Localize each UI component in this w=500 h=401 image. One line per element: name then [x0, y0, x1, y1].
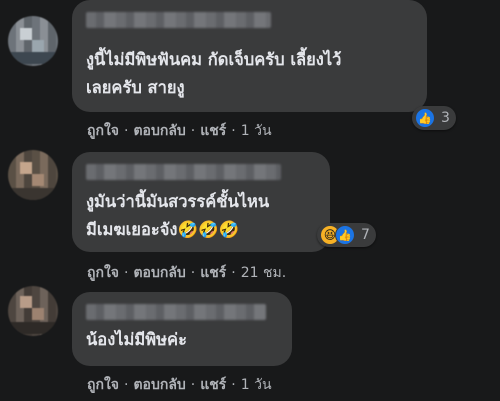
share-link[interactable]: แชร์	[200, 120, 226, 142]
author-name[interactable]	[86, 12, 271, 28]
avatar[interactable]	[8, 150, 58, 200]
comment-text-line-1: งูมันว่านี้มันสวรรค์ชั้นไหน	[86, 192, 270, 211]
like-icon: 👍	[415, 108, 435, 128]
timestamp[interactable]: 1 วัน	[241, 120, 272, 142]
author-name[interactable]	[86, 304, 266, 320]
reply-link[interactable]: ตอบกลับ	[133, 120, 185, 142]
separator: ·	[190, 265, 196, 281]
reaction-count: 7	[361, 227, 370, 243]
comment-text-line-1: น้องไม่มีพิษค่ะ	[86, 330, 187, 349]
comment-text: มีเมฆเยอะจัง	[86, 220, 178, 239]
like-link[interactable]: ถูกใจ	[87, 374, 119, 396]
separator: ·	[190, 377, 196, 393]
avatar[interactable]	[8, 286, 58, 336]
separator: ·	[231, 377, 236, 393]
reaction-summary[interactable]: 👍 3	[412, 106, 456, 130]
timestamp[interactable]: 21 ชม.	[241, 262, 286, 284]
author-name[interactable]	[86, 164, 281, 180]
reply-link[interactable]: ตอบกลับ	[133, 374, 185, 396]
like-icon: 👍	[335, 225, 355, 245]
comment-actions: ถูกใจ · ตอบกลับ · แชร์ · 21 ชม.	[87, 262, 286, 284]
comment-actions: ถูกใจ · ตอบกลับ · แชร์ · 1 วัน	[87, 120, 272, 142]
separator: ·	[124, 123, 129, 139]
rofl-emoji: 🤣🤣🤣	[177, 220, 240, 239]
like-link[interactable]: ถูกใจ	[87, 262, 119, 284]
timestamp[interactable]: 1 วัน	[241, 374, 272, 396]
comment-text-line-1: งูนี้ไม่มีพิษฟันคม กัดเจ็บครับ เลี้ยงไว้	[86, 50, 342, 69]
comment-text-line-2: มีเมฆเยอะจัง🤣🤣🤣	[86, 216, 239, 244]
share-link[interactable]: แชร์	[200, 374, 226, 396]
reply-link[interactable]: ตอบกลับ	[133, 262, 185, 284]
separator: ·	[124, 377, 129, 393]
reaction-count: 3	[441, 110, 450, 126]
separator: ·	[231, 123, 236, 139]
separator: ·	[190, 123, 196, 139]
separator: ·	[124, 265, 129, 281]
avatar[interactable]	[8, 16, 58, 66]
separator: ·	[231, 265, 236, 281]
comment-bubble: งูนี้ไม่มีพิษฟันคม กัดเจ็บครับ เลี้ยงไว้…	[72, 0, 427, 112]
comment-bubble: งูมันว่านี้มันสวรรค์ชั้นไหน มีเมฆเยอะจัง…	[72, 152, 330, 252]
like-link[interactable]: ถูกใจ	[87, 120, 119, 142]
reaction-summary[interactable]: 😆 👍 7	[317, 223, 376, 247]
comment-bubble: น้องไม่มีพิษค่ะ	[72, 292, 292, 366]
comment-actions: ถูกใจ · ตอบกลับ · แชร์ · 1 วัน	[87, 374, 272, 396]
share-link[interactable]: แชร์	[200, 262, 226, 284]
comment-text-line-2: เลยครับ สายงู	[86, 78, 185, 97]
